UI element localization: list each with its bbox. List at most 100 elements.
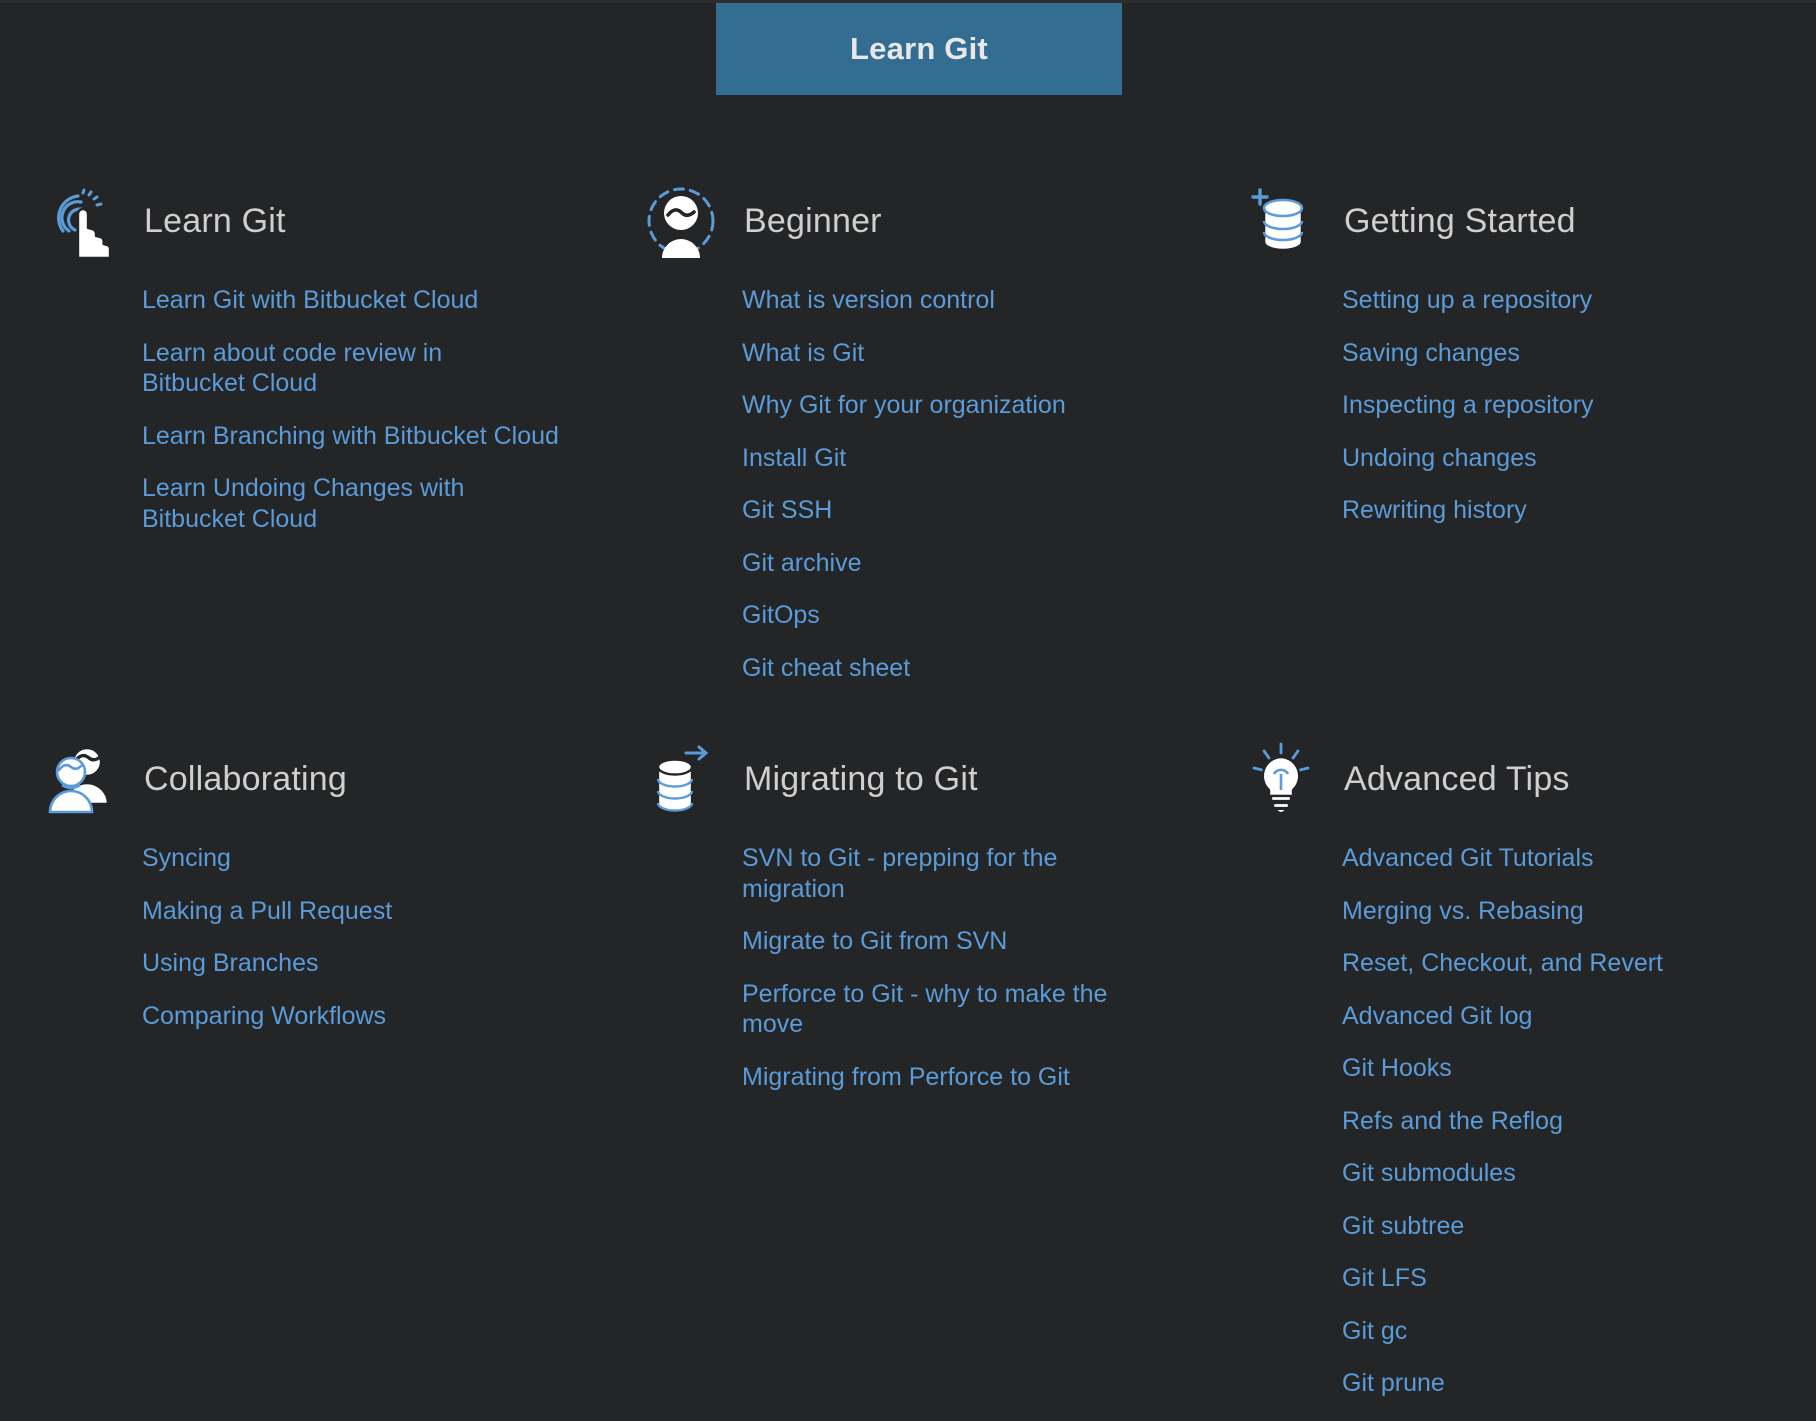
category-link[interactable]: Reset, Checkout, and Revert — [1342, 948, 1663, 979]
category-link[interactable]: Migrate to Git from SVN — [742, 926, 1007, 957]
category-link[interactable]: Git prune — [1342, 1368, 1445, 1399]
list-item: Learn about code review in Bitbucket Clo… — [142, 338, 560, 399]
list-item: SVN to Git - prepping for the migration — [742, 843, 1160, 904]
category-learn-git: Learn Git Learn Git with Bitbucket Cloud… — [0, 95, 600, 705]
category-link[interactable]: Learn Git with Bitbucket Cloud — [142, 285, 478, 316]
list-item: Undoing changes — [1342, 443, 1776, 474]
category-title: Advanced Tips — [1344, 759, 1570, 798]
list-item: Perforce to Git - why to make the move — [742, 979, 1160, 1040]
category-link-list: What is version control What is Git Why … — [600, 285, 1200, 683]
tap-hand-icon — [44, 184, 118, 260]
category-link[interactable]: What is Git — [742, 338, 864, 369]
category-link-list: Advanced Git Tutorials Merging vs. Rebas… — [1200, 843, 1816, 1399]
category-link[interactable]: Perforce to Git - why to make the move — [742, 979, 1160, 1040]
list-item: What is Git — [742, 338, 1160, 369]
category-link[interactable]: Why Git for your organization — [742, 390, 1066, 421]
category-beginner: Beginner What is version control What is… — [600, 95, 1200, 705]
list-item: GitOps — [742, 600, 1160, 631]
category-link[interactable]: Advanced Git log — [1342, 1001, 1532, 1032]
category-link-list: Syncing Making a Pull Request Using Bran… — [0, 843, 600, 1031]
category-link[interactable]: Migrating from Perforce to Git — [742, 1062, 1070, 1093]
category-link[interactable]: Learn Undoing Changes with Bitbucket Clo… — [142, 473, 537, 534]
list-item: Learn Undoing Changes with Bitbucket Clo… — [142, 473, 560, 534]
list-item: Using Branches — [142, 948, 560, 979]
category-link[interactable]: SVN to Git - prepping for the migration — [742, 843, 1160, 904]
category-link[interactable]: Git gc — [1342, 1316, 1407, 1347]
category-title: Learn Git — [144, 201, 286, 240]
list-item: Git prune — [1342, 1368, 1776, 1399]
category-link[interactable]: Git LFS — [1342, 1263, 1427, 1294]
category-link[interactable]: GitOps — [742, 600, 820, 631]
list-item: Git cheat sheet — [742, 653, 1160, 684]
list-item: Advanced Git log — [1342, 1001, 1776, 1032]
category-header: Collaborating — [0, 729, 600, 829]
list-item: Git LFS — [1342, 1263, 1776, 1294]
category-link[interactable]: What is version control — [742, 285, 995, 316]
category-grid-row-1: Learn Git Learn Git with Bitbucket Cloud… — [0, 95, 1816, 705]
list-item: Learn Branching with Bitbucket Cloud — [142, 421, 560, 452]
category-link[interactable]: Install Git — [742, 443, 846, 474]
category-link-list: Setting up a repository Saving changes I… — [1200, 285, 1816, 526]
category-header: Advanced Tips — [1200, 729, 1816, 829]
category-link[interactable]: Learn about code review in Bitbucket Clo… — [142, 338, 522, 399]
category-link[interactable]: Setting up a repository — [1342, 285, 1592, 316]
list-item: Git SSH — [742, 495, 1160, 526]
category-link[interactable]: Using Branches — [142, 948, 318, 979]
category-link[interactable]: Syncing — [142, 843, 231, 874]
list-item: Comparing Workflows — [142, 1001, 560, 1032]
list-item: Rewriting history — [1342, 495, 1776, 526]
category-link[interactable]: Git Hooks — [1342, 1053, 1452, 1084]
list-item: Git archive — [742, 548, 1160, 579]
category-link-list: Learn Git with Bitbucket Cloud Learn abo… — [0, 285, 600, 534]
category-link[interactable]: Making a Pull Request — [142, 896, 392, 927]
category-header: Beginner — [600, 171, 1200, 271]
list-item: Migrating from Perforce to Git — [742, 1062, 1160, 1093]
category-link[interactable]: Git SSH — [742, 495, 832, 526]
list-item: Making a Pull Request — [142, 896, 560, 927]
two-people-icon — [44, 742, 118, 816]
list-item: Learn Git with Bitbucket Cloud — [142, 285, 560, 316]
list-item: Why Git for your organization — [742, 390, 1160, 421]
list-item: Git Hooks — [1342, 1053, 1776, 1084]
list-item: Merging vs. Rebasing — [1342, 896, 1776, 927]
category-header: Migrating to Git — [600, 729, 1200, 829]
list-item: Setting up a repository — [1342, 285, 1776, 316]
category-link[interactable]: Comparing Workflows — [142, 1001, 386, 1032]
list-item: Git subtree — [1342, 1211, 1776, 1242]
category-link[interactable]: Git submodules — [1342, 1158, 1516, 1189]
category-title: Migrating to Git — [744, 759, 978, 798]
category-link[interactable]: Git cheat sheet — [742, 653, 910, 684]
list-item: Git gc — [1342, 1316, 1776, 1347]
category-title: Getting Started — [1344, 201, 1576, 240]
list-item: What is version control — [742, 285, 1160, 316]
learn-git-button[interactable]: Learn Git — [716, 3, 1122, 95]
category-getting-started: Getting Started Setting up a repository … — [1200, 95, 1816, 705]
user-avatar-icon — [644, 184, 718, 258]
category-link[interactable]: Learn Branching with Bitbucket Cloud — [142, 421, 559, 452]
list-item: Install Git — [742, 443, 1160, 474]
category-link[interactable]: Git subtree — [1342, 1211, 1464, 1242]
list-item: Git submodules — [1342, 1158, 1776, 1189]
list-item: Inspecting a repository — [1342, 390, 1776, 421]
category-link[interactable]: Saving changes — [1342, 338, 1520, 369]
list-item: Advanced Git Tutorials — [1342, 843, 1776, 874]
category-link[interactable]: Inspecting a repository — [1342, 390, 1594, 421]
lightbulb-icon — [1244, 742, 1318, 816]
database-arrow-icon — [644, 742, 718, 816]
category-title: Collaborating — [144, 759, 347, 798]
top-bar: Learn Git — [0, 0, 1816, 95]
category-title: Beginner — [744, 201, 882, 240]
list-item: Migrate to Git from SVN — [742, 926, 1160, 957]
category-advanced-tips: Advanced Tips Advanced Git Tutorials Mer… — [1200, 711, 1816, 1421]
category-link-list: SVN to Git - prepping for the migration … — [600, 843, 1200, 1092]
list-item: Syncing — [142, 843, 560, 874]
category-link[interactable]: Git archive — [742, 548, 861, 579]
category-link[interactable]: Undoing changes — [1342, 443, 1537, 474]
category-link[interactable]: Rewriting history — [1342, 495, 1527, 526]
category-migrating-to-git: Migrating to Git SVN to Git - prepping f… — [600, 711, 1200, 1421]
category-collaborating: Collaborating Syncing Making a Pull Requ… — [0, 711, 600, 1421]
category-link[interactable]: Refs and the Reflog — [1342, 1106, 1563, 1137]
list-item: Refs and the Reflog — [1342, 1106, 1776, 1137]
category-link[interactable]: Merging vs. Rebasing — [1342, 896, 1584, 927]
category-link[interactable]: Advanced Git Tutorials — [1342, 843, 1594, 874]
